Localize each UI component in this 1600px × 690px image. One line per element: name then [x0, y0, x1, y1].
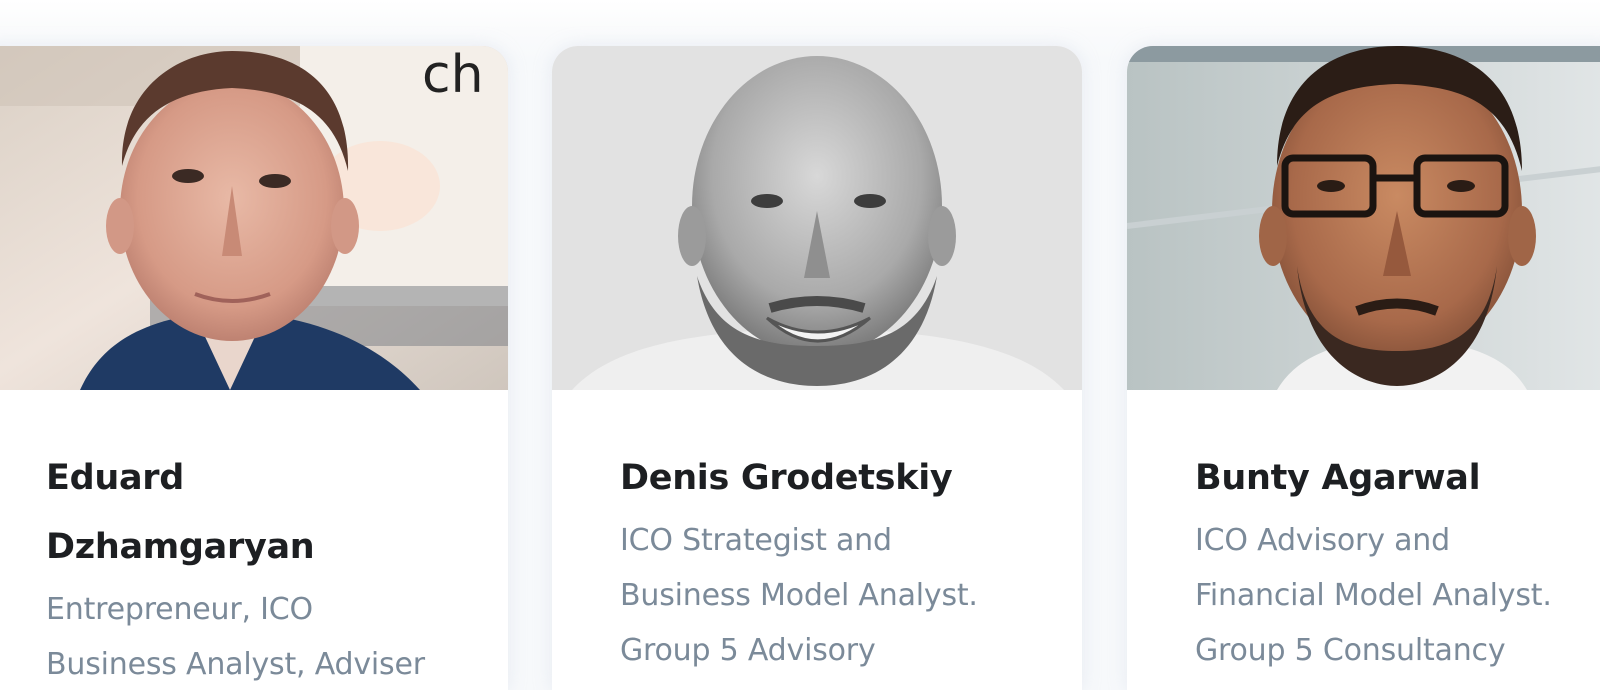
member-photo: ch: [0, 46, 508, 390]
member-role-line: Entrepreneur, ICO: [46, 592, 313, 627]
team-member-card[interactable]: Denis Grodetskiy ICO Strategist and Busi…: [552, 46, 1082, 690]
member-name-line: Denis Grodetskiy: [620, 458, 953, 498]
member-role-line: Group 5 Consultancy: [1195, 633, 1506, 668]
photo-sign-text: ch: [422, 46, 484, 105]
member-name-line: Eduard: [46, 458, 185, 498]
member-role-line: Financial Model Analyst.: [1195, 578, 1552, 613]
member-name: Eduard Dzhamgaryan: [46, 444, 466, 582]
member-name-line: Dzhamgaryan: [46, 527, 315, 567]
team-member-card[interactable]: ch Eduard Dzhamgaryan Entrepreneur, ICO: [0, 46, 508, 690]
member-role: ICO Strategist and Business Model Analys…: [620, 513, 1040, 678]
member-name: Denis Grodetskiy: [620, 444, 1040, 513]
member-role-line: ICO Strategist and: [620, 523, 892, 558]
member-name-line: Bunty Agarwal: [1195, 458, 1481, 498]
member-info: Eduard Dzhamgaryan Entrepreneur, ICO Bus…: [46, 444, 466, 690]
member-role-line: Business Model Analyst.: [620, 578, 978, 613]
member-role-line: ICO Advisory and: [1195, 523, 1450, 558]
portrait-photo-icon: [1127, 46, 1600, 390]
member-photo: [1127, 46, 1600, 390]
member-role-line: Business Analyst, Adviser: [46, 647, 425, 682]
member-photo: [552, 46, 1082, 390]
portrait-photo-icon: ch: [0, 46, 508, 390]
portrait-photo-icon: [552, 46, 1082, 390]
member-role-line: Group 5 Advisory: [620, 633, 876, 668]
member-name: Bunty Agarwal: [1195, 444, 1600, 513]
member-info: Bunty Agarwal ICO Advisory and Financial…: [1195, 444, 1600, 678]
member-role: Entrepreneur, ICO Business Analyst, Advi…: [46, 582, 466, 690]
team-member-card[interactable]: Bunty Agarwal ICO Advisory and Financial…: [1127, 46, 1600, 690]
member-info: Denis Grodetskiy ICO Strategist and Busi…: [620, 444, 1040, 678]
member-role: ICO Advisory and Financial Model Analyst…: [1195, 513, 1600, 678]
team-section: ch Eduard Dzhamgaryan Entrepreneur, ICO: [0, 0, 1600, 690]
